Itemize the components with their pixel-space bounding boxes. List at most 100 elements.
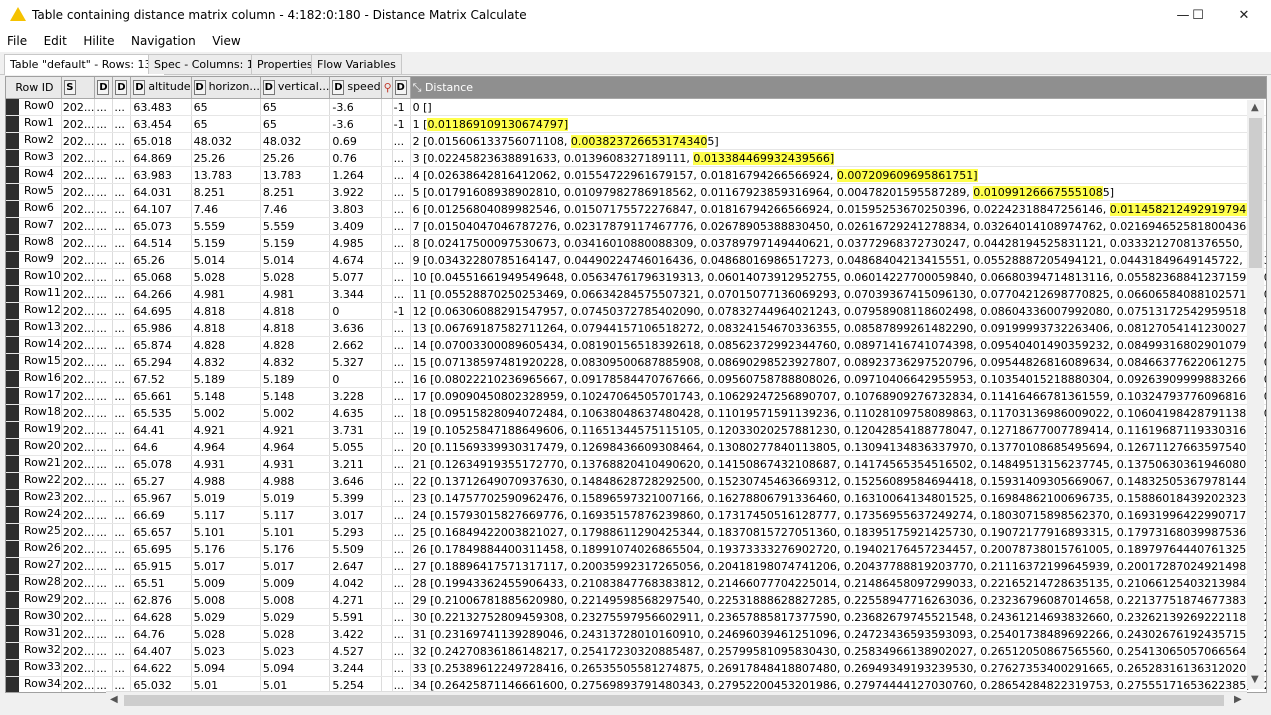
menu-view[interactable]: View [205,31,246,48]
row-id-cell: Row26 [6,540,62,558]
table-row[interactable]: Row28 202......... 65.51 5.009 5.009 4.042...… [6,574,1266,592]
table-row[interactable]: Row24 202......... 66.69 5.117 5.117 3.017...… [6,506,1267,524]
table-row[interactable]: Row23 202......... 65.967 5.019 5.019 5.399..… [6,489,1266,507]
table-row[interactable]: Row7 202......... 65.073 5.559 5.559 3.409...… [6,217,1266,235]
cell-d3: ... [392,608,411,626]
column-header-vertical[interactable]: Dvertical... [260,77,331,99]
column-header-s[interactable]: S [61,77,96,99]
table-row[interactable]: Row2 202......... 65.018 48.032 48.032 0.69..… [6,132,1266,150]
table-row[interactable]: Row33 202......... 64.622 5.094 5.094 3.244..… [6,659,1266,677]
table-row[interactable]: Row21 202......... 65.078 4.931 4.931 3.211..… [6,455,1266,473]
column-header-rowid[interactable]: Row ID [6,77,62,99]
cell-s: 202... [61,676,96,692]
row-id-label: Row17 [24,388,61,401]
table-row[interactable]: Row19 202......... 64.41 4.921 4.921 3.731...… [6,421,1266,439]
table-row[interactable]: Row26 202......... 65.695 5.176 5.176 5.509..… [6,540,1266,558]
vertical-scrollbar[interactable]: ▲ ▼ [1247,100,1264,689]
column-header-speed[interactable]: Dspeed [329,77,382,99]
tab-table-default[interactable]: Table "default" - Rows: 132 [4,54,165,75]
table-row[interactable]: Row8 202......... 64.514 5.159 5.159 4.985...… [6,234,1266,252]
distance-text: 34 [0.26425871146661600, 0.2756989379148… [412,678,1267,692]
menu-hilite[interactable]: Hilite [76,31,120,48]
row-marker [6,184,19,200]
table-row[interactable]: Row29 202......... 62.876 5.008 5.008 4.271..… [6,591,1266,609]
cell-horizontal: 5.176 [191,540,261,558]
table-row[interactable]: Row5 202......... 64.031 8.251 8.251 3.922...… [6,183,1266,201]
row-id-cell: Row25 [6,523,62,541]
tab-properties[interactable]: Properties [251,54,319,74]
table-row[interactable]: Row16 202......... 67.52 5.189 5.189 0... 16 [… [6,370,1266,388]
table-row[interactable]: Row27 202......... 65.915 5.017 5.017 2.647..… [6,557,1266,575]
table-row[interactable]: Row0 202......... 63.483 65 65 -3.6 -1 0 [] [6,98,1266,116]
tab-flow-variables[interactable]: Flow Variables [311,54,402,74]
tab-spec[interactable]: Spec - Columns: 10 [148,54,267,74]
cell-d2: ... [112,387,132,405]
table-row[interactable]: Row1 202......... 63.454 65 65 -3.6 -1 1 [0.011… [6,115,1266,133]
column-header-d2[interactable]: D [112,77,132,99]
table-row[interactable]: Row6 202......... 64.107 7.46 7.46 3.803... 6 … [6,200,1266,218]
table-row[interactable]: Row10 202......... 65.068 5.028 5.028 5.077..… [6,268,1266,286]
cell-altitude: 64.695 [130,302,192,320]
table-row[interactable]: Row32 202......... 64.407 5.023 5.023 4.527..… [6,642,1266,660]
cell-s: 202... [61,489,96,507]
cell-d1: ... [94,319,114,337]
table-row[interactable]: Row3 202......... 64.869 25.26 25.26 0.76... 3… [6,149,1266,167]
cell-vertical: 5.029 [260,608,331,626]
cell-vertical: 5.019 [260,489,331,507]
menu-navigation[interactable]: Navigation [124,31,202,48]
distance-text: 6 [0.01256804089982546, 0.01507175572276… [412,202,1110,216]
row-marker [6,354,19,370]
cell-s: 202... [61,625,96,643]
row-marker [6,303,19,319]
cell-pin [381,625,393,643]
column-header-distance[interactable]: ⤡ Distance [410,77,1266,99]
column-header-pin[interactable]: ⚲ [381,77,393,99]
table-row[interactable]: Row31 202......... 64.76 5.028 5.028 3.422...… [6,625,1266,643]
cell-vertical: 65 [260,115,331,133]
cell-d1: ... [94,506,114,524]
column-header-altitude[interactable]: Daltitude [130,77,192,99]
cell-altitude: 65.018 [130,132,192,150]
horizontal-scrollbar[interactable]: ◀ ▶ [106,691,1247,709]
scroll-left-icon[interactable]: ◀ [110,694,118,705]
table-row[interactable]: Row12 202......... 64.695 4.818 4.818 0 -1 12 [… [6,302,1266,320]
cell-speed: 5.399 [329,489,382,507]
cell-d1: ... [94,404,114,422]
cell-pin [381,98,393,116]
table-row[interactable]: Row13 202......... 65.986 4.818 4.818 3.636..… [6,319,1266,337]
scroll-down-icon[interactable]: ▼ [1251,674,1259,685]
cell-d3: ... [392,370,411,388]
cell-pin [381,421,393,439]
column-header-d1[interactable]: D [94,77,114,99]
table-row[interactable]: Row11 202......... 64.266 4.981 4.981 3.344..… [6,285,1266,303]
table-row[interactable]: Row17 202......... 65.661 5.148 5.148 3.228..… [6,387,1266,405]
cell-s: 202... [61,455,96,473]
cell-d3: ... [392,268,411,286]
table-row[interactable]: Row4 202......... 63.983 13.783 13.783 1.264.… [6,166,1266,184]
cell-speed: -3.6 [329,115,382,133]
table-row[interactable]: Row30 202......... 64.628 5.029 5.029 5.591..… [6,608,1266,626]
table-row[interactable]: Row9 202......... 65.26 5.014 5.014 4.674... 9… [6,251,1266,269]
table-row[interactable]: Row22 202......... 65.27 4.988 4.988 3.646...… [6,472,1266,490]
cell-horizontal: 5.023 [191,642,261,660]
menu-file[interactable]: File [0,31,33,48]
table-row[interactable]: Row18 202......... 65.535 5.002 5.002 4.635..… [6,404,1266,422]
table-row[interactable]: Row20 202......... 64.6 4.964 4.964 5.055... 2… [6,438,1266,456]
table-row[interactable]: Row15 202......... 65.294 4.832 4.832 5.327..… [6,353,1266,371]
cell-speed: 3.344 [329,285,382,303]
cell-horizontal: 5.014 [191,251,261,269]
vertical-scroll-thumb[interactable] [1249,118,1262,268]
column-header-horizontal[interactable]: Dhorizon... [191,77,261,99]
horizontal-scroll-thumb[interactable] [124,695,1224,706]
cell-distance: 2 [0.015606133756071108, 0.0038237266531… [410,132,1266,150]
column-header-d3[interactable]: D [392,77,411,99]
close-button[interactable]: ✕ [1221,0,1267,31]
cell-pin [381,642,393,660]
table-row[interactable]: Row14 202......... 65.874 4.828 4.828 2.662..… [6,336,1266,354]
scroll-up-icon[interactable]: ▲ [1251,102,1259,113]
menu-edit[interactable]: Edit [37,31,73,48]
distance-text: 24 [0.15793015827669776, 0.1693515787623… [412,508,1267,522]
table-row[interactable]: Row25 202......... 65.657 5.101 5.101 5.293..… [6,523,1266,541]
maximize-button[interactable]: ☐ [1175,0,1221,31]
scroll-right-icon[interactable]: ▶ [1234,694,1242,705]
